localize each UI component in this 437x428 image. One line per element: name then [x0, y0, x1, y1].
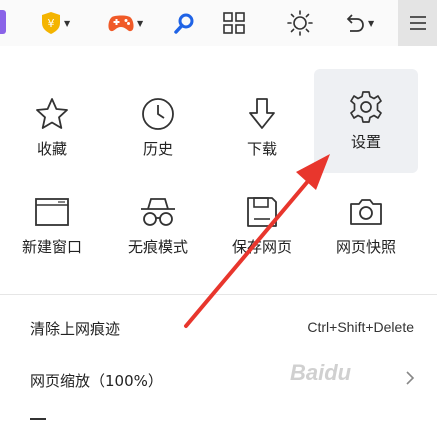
shield-extension-button[interactable]: ¥ ▼ — [40, 0, 70, 46]
settings-label: 设置 — [350, 133, 381, 151]
grid-icon — [223, 12, 245, 34]
history-label: 历史 — [142, 140, 173, 158]
brightness-button[interactable] — [286, 0, 314, 46]
clear-history-label: 清除上网痕迹 — [30, 320, 121, 338]
clock-icon — [142, 98, 174, 130]
main-menu-button[interactable] — [398, 0, 437, 46]
incognito-label: 无痕模式 — [127, 238, 188, 256]
search-icon — [174, 13, 194, 34]
gamepad-icon — [108, 15, 134, 32]
favorites-tile[interactable]: 收藏 — [0, 76, 104, 180]
snapshot-label: 网页快照 — [335, 238, 396, 256]
svg-text:¥: ¥ — [48, 17, 55, 30]
brightness-icon — [287, 10, 313, 36]
page-zoom-item[interactable]: 网页缩放（100%） — [0, 354, 437, 406]
hamburger-menu-icon — [409, 16, 426, 30]
new-window-icon — [35, 198, 69, 226]
history-tile[interactable]: 历史 — [106, 76, 210, 180]
download-tile[interactable]: 下载 — [210, 76, 314, 180]
save-page-tile[interactable]: 保存网页 — [210, 174, 314, 278]
gear-icon — [350, 91, 382, 123]
incognito-tile[interactable]: 无痕模式 — [106, 174, 210, 278]
undo-button[interactable]: ▼ — [342, 0, 374, 46]
chevron-right-icon — [406, 371, 415, 385]
save-page-icon — [247, 197, 277, 227]
next-menu-item[interactable] — [0, 406, 437, 423]
settings-tile[interactable]: 设置 — [314, 69, 418, 173]
search-button[interactable] — [173, 0, 197, 46]
new-window-label: 新建窗口 — [21, 238, 82, 256]
camera-icon — [350, 199, 382, 225]
menu-item-text-cutoff — [30, 418, 46, 428]
game-extension-button[interactable]: ▼ — [107, 0, 143, 46]
yen-shield-icon: ¥ — [42, 12, 60, 34]
snapshot-tile[interactable]: 网页快照 — [314, 174, 418, 278]
watermark-logo: Baidu — [290, 360, 352, 385]
save-page-label: 保存网页 — [231, 238, 292, 256]
undo-icon — [346, 14, 364, 32]
chevron-down-icon: ▼ — [64, 18, 71, 28]
chevron-down-icon: ▼ — [137, 18, 144, 28]
clear-history-item[interactable]: 清除上网痕迹 Ctrl+Shift+Delete — [0, 302, 437, 354]
grid-button[interactable] — [222, 0, 246, 46]
extension-stub-icon[interactable] — [0, 10, 6, 34]
main-menu-panel: 收藏 历史 下载 设置 新建窗口 无痕模式 保存网页 网页快照 清除上网痕迹 C… — [0, 46, 437, 423]
page-zoom-label: 网页缩放（100%） — [30, 372, 163, 390]
download-label: 下载 — [246, 140, 277, 158]
download-arrow-icon — [249, 98, 275, 129]
star-icon — [36, 98, 68, 129]
chevron-down-icon: ▼ — [368, 18, 375, 28]
new-window-tile[interactable]: 新建窗口 — [0, 174, 104, 278]
browser-toolbar: ¥ ▼ ▼ ▼ — [0, 0, 437, 47]
menu-divider — [0, 294, 437, 295]
clear-history-shortcut: Ctrl+Shift+Delete — [307, 319, 414, 335]
incognito-icon — [141, 198, 175, 226]
favorites-label: 收藏 — [36, 140, 67, 158]
